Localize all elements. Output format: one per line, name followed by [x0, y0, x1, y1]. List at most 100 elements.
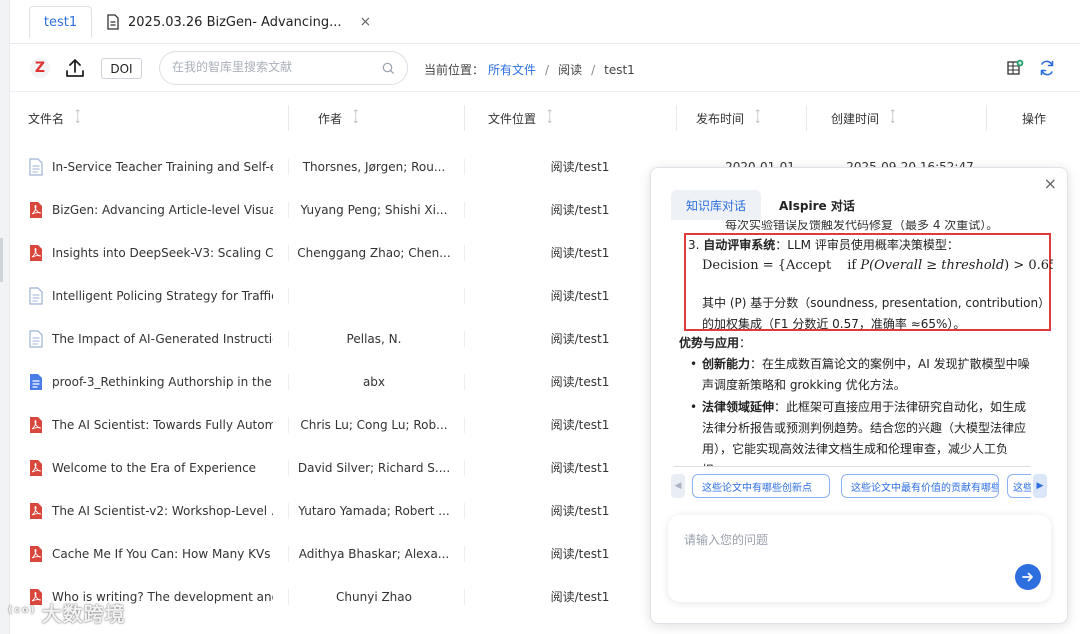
- suggestion-chip[interactable]: 这些论文中最有价值的贡献有哪些: [841, 474, 999, 498]
- scroll-right-icon[interactable]: ▶: [1033, 474, 1047, 498]
- tab-aispire-chat[interactable]: AIspire 对话: [779, 190, 855, 220]
- formula-part: ) > 0.65: [1004, 258, 1053, 273]
- formula-part: if: [847, 258, 857, 273]
- left-edge-marker: [0, 238, 3, 282]
- item-number: 3.: [688, 238, 700, 252]
- search-input[interactable]: [172, 60, 372, 74]
- file-title: proof-3_Rethinking Authorship in the ...: [52, 374, 273, 389]
- decision-formula: Decision = {Accept if P(Overall ≥ thresho…: [702, 255, 1053, 276]
- advantages-heading: 优势与应用：: [679, 333, 751, 354]
- send-button[interactable]: [1015, 564, 1041, 590]
- sort-icon[interactable]: ↑ ↓: [889, 110, 897, 126]
- row-divider: [288, 546, 289, 562]
- tab-document-title: 2025.03.26 BizGen- Advancing...: [128, 14, 342, 30]
- chat-close-icon[interactable]: ×: [1044, 174, 1057, 193]
- tab-bar: test1 2025.03.26 BizGen- Advancing... ×: [10, 0, 1080, 44]
- bullet-text: ：在生成数百篇论文的案例中，AI 发现扩散模型中噪: [750, 357, 1030, 371]
- sort-icon[interactable]: ↑ ↓: [352, 110, 360, 126]
- suggestion-chip[interactable]: 这些论文: [1007, 474, 1031, 498]
- file-author: Chunyi Zhao: [336, 589, 412, 604]
- file-title-cell[interactable]: proof-3_Rethinking Authorship in the ...: [28, 360, 273, 403]
- message-item-3: 3. 自动评审系统：LLM 评审员使用概率决策模型：: [688, 235, 959, 256]
- sort-icon[interactable]: ↑ ↓: [74, 110, 82, 126]
- file-title-cell[interactable]: BizGen: Advancing Article-level Visual..…: [28, 188, 273, 231]
- upload-icon[interactable]: [63, 56, 87, 80]
- chat-panel: × 知识库对话 AIspire 对话 每次实验错误反馈触发代码修复（最多 4 次…: [650, 167, 1068, 624]
- file-title-cell[interactable]: The Impact of AI-Generated Instructio...: [28, 317, 273, 360]
- breadcrumb-separator: /: [545, 62, 550, 77]
- tab-document[interactable]: 2025.03.26 BizGen- Advancing... ×: [106, 6, 371, 38]
- file-title: Intelligent Policing Strategy for Traffi…: [52, 288, 273, 303]
- column-divider: [464, 105, 465, 131]
- row-divider: [288, 159, 289, 175]
- header-title[interactable]: 文件名 ↑ ↓: [28, 95, 82, 141]
- header-published[interactable]: 发布时间 ↑ ↓: [696, 95, 762, 141]
- column-divider: [676, 105, 677, 131]
- chat-input[interactable]: [684, 531, 984, 561]
- breadcrumb-folder[interactable]: 阅读: [558, 61, 582, 78]
- breadcrumb-prefix: 当前位置：: [424, 63, 485, 77]
- search-icon[interactable]: [382, 62, 395, 78]
- file-title-cell[interactable]: In-Service Teacher Training and Self-e..…: [28, 145, 273, 188]
- file-author: Yuyang Peng; Shishi Xi...: [300, 202, 448, 217]
- file-title-cell[interactable]: Intelligent Policing Strategy for Traffi…: [28, 274, 273, 317]
- zotero-logo-icon[interactable]: Z: [30, 58, 50, 78]
- row-divider: [288, 460, 289, 476]
- row-divider: [464, 589, 465, 605]
- file-title: Cache Me If You Can: How Many KVs ...: [52, 546, 273, 561]
- bullet-heading: 创新能力: [702, 357, 751, 371]
- message-line: 用），它能实现高效法律文档生成和伦理审查，减少人工负: [702, 442, 1009, 456]
- file-author: Chenggang Zhao; Chen...: [298, 245, 450, 260]
- file-author: David Silver; Richard S....: [298, 460, 450, 475]
- scroll-left-icon[interactable]: ◀: [671, 474, 685, 498]
- column-divider: [288, 105, 289, 131]
- file-title: The AI Scientist: Towards Fully Autom...: [52, 417, 273, 432]
- row-divider: [464, 202, 465, 218]
- breadcrumb-all-files[interactable]: 所有文件: [488, 61, 536, 78]
- row-divider: [464, 245, 465, 261]
- row-divider: [288, 589, 289, 605]
- file-title-cell[interactable]: The AI Scientist: Towards Fully Autom...: [28, 403, 273, 446]
- file-author: Yutaro Yamada; Robert ...: [298, 503, 450, 518]
- grid-add-icon[interactable]: [1006, 59, 1024, 77]
- pdf-file-icon: [28, 545, 44, 563]
- chat-message: 每次实验错误反馈触发代码修复（最多 4 次重试）。 3. 自动评审系统：LLM …: [673, 220, 1053, 466]
- file-title-cell[interactable]: Insights into DeepSeek-V3: Scaling Ch...: [28, 231, 273, 274]
- header-location[interactable]: 文件位置 ↑ ↓: [488, 95, 554, 141]
- bullet-icon: •: [690, 400, 698, 414]
- doi-button[interactable]: DOI: [101, 58, 142, 79]
- header-actions: 操作: [1022, 111, 1047, 126]
- header-created[interactable]: 创建时间 ↑ ↓: [831, 95, 897, 141]
- pdf-file-icon: [28, 502, 44, 520]
- column-divider: [986, 105, 987, 131]
- file-title: BizGen: Advancing Article-level Visual..…: [52, 202, 273, 217]
- file-title: The Impact of AI-Generated Instructio...: [52, 331, 273, 346]
- breadcrumb-separator: /: [591, 62, 596, 77]
- file-title-cell[interactable]: The AI Scientist-v2: Workshop-Level ...: [28, 489, 273, 532]
- file-title-cell[interactable]: Welcome to the Era of Experience: [28, 446, 273, 489]
- sort-icon[interactable]: ↑ ↓: [546, 110, 554, 126]
- header-author[interactable]: 作者 ↑ ↓: [318, 95, 360, 141]
- formula-part: P(Overall ≥: [860, 258, 938, 273]
- sort-icon[interactable]: ↑ ↓: [754, 110, 762, 126]
- file-author: [298, 274, 450, 317]
- item-heading: 自动评审系统: [703, 238, 776, 252]
- refresh-icon[interactable]: [1038, 59, 1056, 77]
- suggestion-chip[interactable]: 这些论文中有哪些创新点: [692, 474, 830, 498]
- row-divider: [464, 503, 465, 519]
- tab-close-icon[interactable]: ×: [360, 14, 372, 30]
- column-divider: [806, 105, 807, 131]
- doc-file-icon: [28, 286, 44, 305]
- header-title-label: 文件名: [28, 111, 65, 126]
- header-author-label: 作者: [318, 111, 343, 126]
- row-divider: [464, 288, 465, 304]
- chat-divider: [673, 466, 1031, 467]
- toolbar: Z DOI 当前位置： 所有文件 / 阅读 / test1: [10, 44, 1080, 92]
- tab-knowledge-chat[interactable]: 知识库对话: [671, 190, 761, 220]
- chat-input-area: [668, 515, 1051, 602]
- file-title-cell[interactable]: Cache Me If You Can: How Many KVs ...: [28, 532, 273, 575]
- bullet-heading: 法律领域延伸: [702, 400, 775, 414]
- message-line: 创新能力：在生成数百篇论文的案例中，AI 发现扩散模型中噪: [702, 354, 1030, 375]
- row-divider: [464, 374, 465, 390]
- tab-test1[interactable]: test1: [29, 6, 92, 38]
